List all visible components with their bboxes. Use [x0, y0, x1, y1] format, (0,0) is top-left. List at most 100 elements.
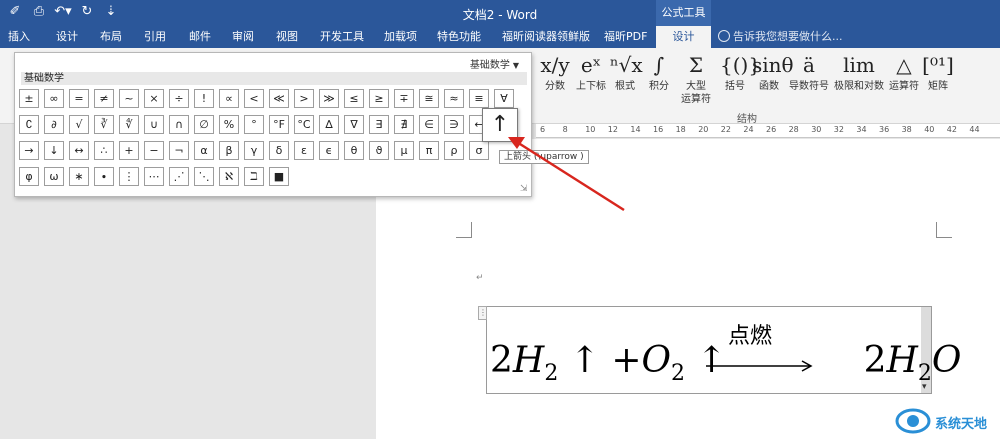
symbol-button[interactable]: ϵ — [319, 141, 339, 160]
symbol-button[interactable]: ∞ — [44, 89, 64, 108]
symbol-button[interactable]: ℵ — [219, 167, 239, 186]
product-oxygen: O — [931, 340, 962, 381]
ribbon-button-9[interactable]: △ 运算符 — [886, 50, 922, 93]
equation-handle[interactable]: ⋮ — [478, 306, 487, 320]
symbol-button[interactable]: ∋ — [444, 115, 464, 134]
ribbon-button-6[interactable]: sinθ 函数 — [752, 50, 794, 93]
ribbon-button-5[interactable]: {()} 括号 — [720, 50, 761, 93]
symbol-button[interactable]: ∈ — [419, 115, 439, 134]
symbol-button[interactable]: < — [244, 89, 264, 108]
symbol-button[interactable]: ≅ — [419, 89, 439, 108]
symbol-button[interactable]: ℶ — [244, 167, 264, 186]
tab-1[interactable]: 设计 — [56, 26, 78, 48]
lightbulb-icon — [718, 30, 730, 42]
symbol-button[interactable]: ∓ — [394, 89, 414, 108]
symbol-button[interactable]: ρ — [444, 141, 464, 160]
ribbon-button-2[interactable]: ⁿ√x 根式 — [610, 50, 643, 93]
tab-0[interactable]: 插入 — [8, 26, 30, 48]
symbol-button[interactable]: ⋱ — [194, 167, 214, 186]
symbol-button[interactable]: − — [144, 141, 164, 160]
ruler-tick-label: 40 — [924, 125, 935, 134]
symbol-category-dropdown[interactable]: 基础数学 ▼ — [470, 56, 519, 71]
ribbon-button-0[interactable]: x/y 分数 — [540, 50, 570, 93]
symbol-button[interactable]: ≪ — [269, 89, 289, 108]
ribbon-button-8[interactable]: lim 极限和对数 — [832, 50, 886, 93]
symbol-button[interactable]: ° — [244, 115, 264, 134]
ribbon-button-4[interactable]: Σ 大型 运算符 — [676, 50, 716, 106]
symbol-button[interactable]: ≡ — [469, 89, 489, 108]
symbol-button[interactable]: ↔ — [69, 141, 89, 160]
symbol-button[interactable]: ∩ — [169, 115, 189, 134]
symbol-button[interactable]: ↓ — [44, 141, 64, 160]
symbol-button[interactable]: σ — [469, 141, 489, 160]
symbol-button[interactable]: ⋰ — [169, 167, 189, 186]
symbol-button[interactable]: ! — [194, 89, 214, 108]
symbol-button[interactable]: ∴ — [94, 141, 114, 160]
symbol-button[interactable]: ± — [19, 89, 39, 108]
symbol-button[interactable]: δ — [269, 141, 289, 160]
tab-8[interactable]: 加载项 — [384, 26, 417, 48]
ribbon-button-7[interactable]: ä 导数符号 — [786, 50, 832, 93]
tab-equation-design[interactable]: 设计 — [656, 26, 711, 48]
symbol-button[interactable]: °C — [294, 115, 314, 134]
ribbon-button-1[interactable]: eˣ 上下标 — [573, 50, 609, 93]
symbol-button[interactable]: = — [69, 89, 89, 108]
symbol-button[interactable]: ¬ — [169, 141, 189, 160]
ribbon-button-10[interactable]: [⁰¹] 矩阵 — [922, 50, 954, 93]
symbol-button[interactable]: ⋮ — [119, 167, 139, 186]
symbol-button[interactable]: × — [144, 89, 164, 108]
symbol-button[interactable]: ≥ — [369, 89, 389, 108]
symbol-button[interactable]: ≈ — [444, 89, 464, 108]
symbol-button[interactable]: + — [119, 141, 139, 160]
tab-11[interactable]: 福昕PDF — [604, 26, 647, 48]
tab-2[interactable]: 布局 — [100, 26, 122, 48]
ribbon-button-3[interactable]: ∫ 积分 — [644, 50, 674, 93]
ribbon-structure-icon: x/y — [540, 53, 570, 77]
symbol-button[interactable]: γ — [244, 141, 264, 160]
symbol-button[interactable]: ∀ — [494, 89, 514, 108]
symbol-button[interactable]: % — [219, 115, 239, 134]
symbol-button[interactable]: ∅ — [194, 115, 214, 134]
symbol-button[interactable]: → — [19, 141, 39, 160]
symbol-button[interactable]: ∆ — [319, 115, 339, 134]
symbol-button[interactable]: ∂ — [44, 115, 64, 134]
symbol-button[interactable]: ∄ — [394, 115, 414, 134]
symbol-button[interactable]: °F — [269, 115, 289, 134]
symbol-button[interactable]: ⋯ — [144, 167, 164, 186]
tab-6[interactable]: 视图 — [276, 26, 298, 48]
tab-4[interactable]: 邮件 — [189, 26, 211, 48]
symbol-button[interactable]: ∜ — [119, 115, 139, 134]
symbol-button[interactable]: ■ — [269, 167, 289, 186]
symbol-button[interactable]: α — [194, 141, 214, 160]
symbol-button[interactable]: μ — [394, 141, 414, 160]
symbol-button[interactable]: > — [294, 89, 314, 108]
tab-3[interactable]: 引用 — [144, 26, 166, 48]
symbol-button[interactable]: ≠ — [94, 89, 114, 108]
symbol-button[interactable]: ∪ — [144, 115, 164, 134]
symbol-button[interactable]: ∝ — [219, 89, 239, 108]
symbol-button[interactable]: θ — [344, 141, 364, 160]
symbol-button[interactable]: ∗ — [69, 167, 89, 186]
symbol-button[interactable]: ÷ — [169, 89, 189, 108]
symbol-button[interactable]: ∃ — [369, 115, 389, 134]
symbol-button[interactable]: ≤ — [344, 89, 364, 108]
tab-9[interactable]: 特色功能 — [437, 26, 481, 48]
symbol-button[interactable]: ∇ — [344, 115, 364, 134]
symbol-button[interactable]: ϑ — [369, 141, 389, 160]
symbol-button[interactable]: ≫ — [319, 89, 339, 108]
symbol-button[interactable]: φ — [19, 167, 39, 186]
symbol-button[interactable]: ω — [44, 167, 64, 186]
symbol-button[interactable]: β — [219, 141, 239, 160]
symbol-button[interactable]: ε — [294, 141, 314, 160]
ribbon-button-label: 括号 — [725, 81, 745, 92]
symbol-button[interactable]: √ — [69, 115, 89, 134]
tab-10[interactable]: 福昕阅读器领鲜版 — [502, 26, 590, 48]
tab-5[interactable]: 审阅 — [232, 26, 254, 48]
symbol-button[interactable]: π — [419, 141, 439, 160]
symbol-button[interactable]: ∛ — [94, 115, 114, 134]
symbol-button[interactable]: ∙ — [94, 167, 114, 186]
symbol-button[interactable]: ∁ — [19, 115, 39, 134]
symbol-button[interactable]: ~ — [119, 89, 139, 108]
tab-7[interactable]: 开发工具 — [320, 26, 364, 48]
tell-me-search[interactable]: 告诉我您想要做什么... — [718, 26, 843, 48]
